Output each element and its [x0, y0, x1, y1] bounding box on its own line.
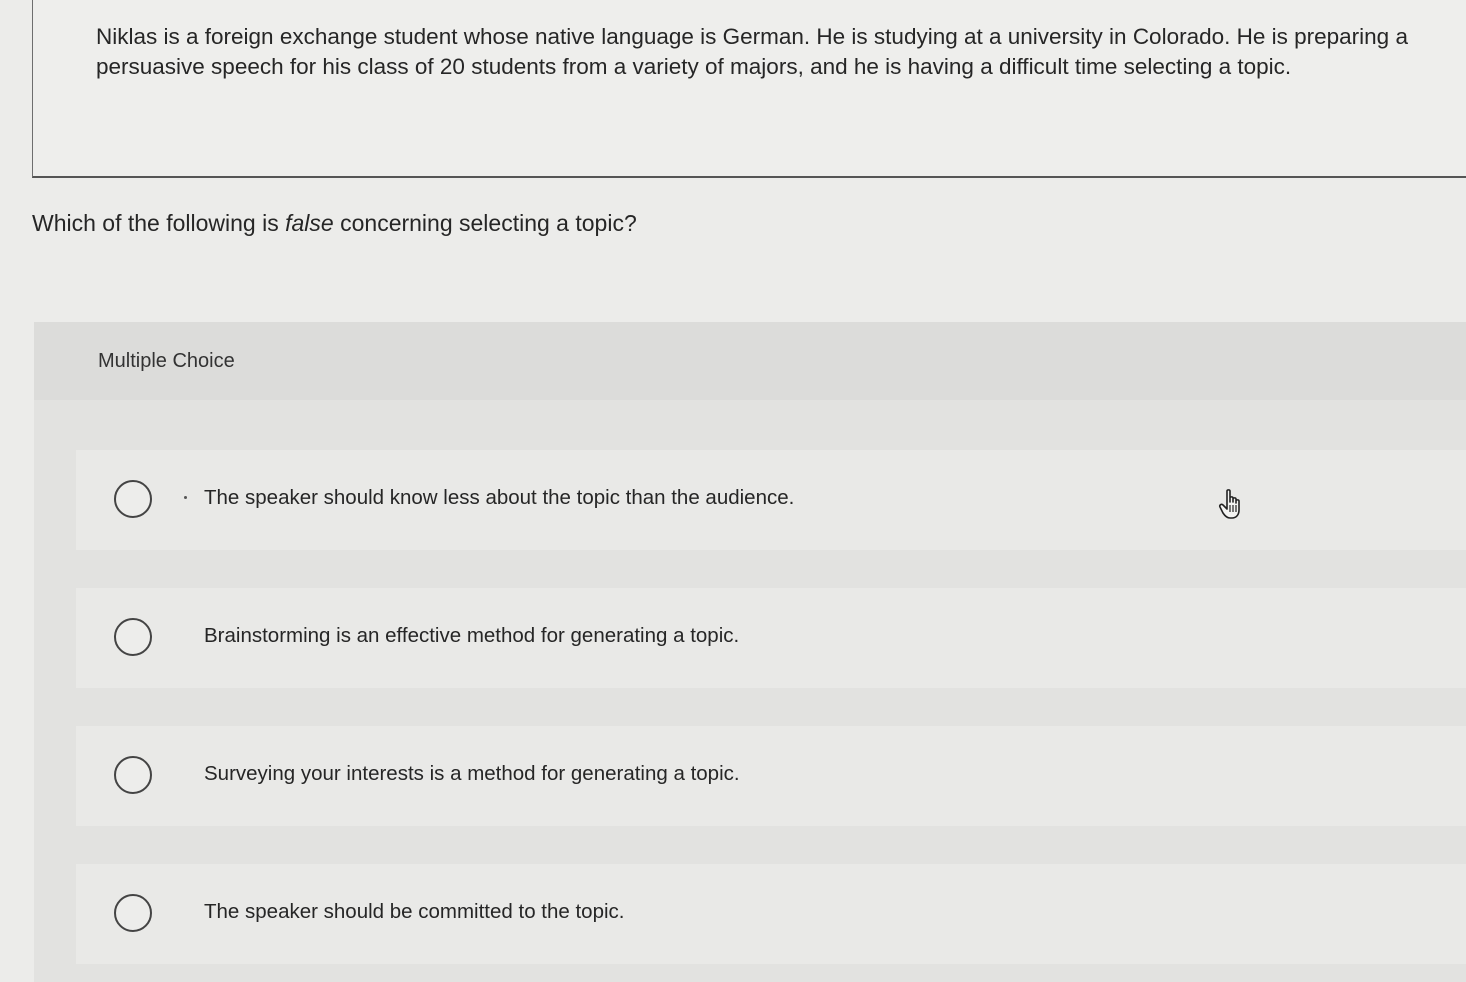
multiple-choice-header: Multiple Choice [34, 322, 1466, 400]
answer-option-label: Brainstorming is an effective method for… [204, 624, 740, 647]
radio-button[interactable] [114, 480, 152, 518]
radio-button[interactable] [114, 756, 152, 794]
multiple-choice-label: Multiple Choice [98, 350, 235, 372]
question-text: Which of the following is false concerni… [32, 210, 637, 237]
answer-option-label: The speaker should know less about the t… [204, 486, 795, 509]
answer-option-3[interactable]: Surveying your interests is a method for… [76, 726, 1466, 826]
answer-option-label: The speaker should be committed to the t… [204, 900, 625, 923]
answer-option-4[interactable]: The speaker should be committed to the t… [76, 864, 1466, 964]
answer-option-2[interactable]: Brainstorming is an effective method for… [76, 588, 1466, 688]
scenario-text: Niklas is a foreign exchange student who… [96, 24, 1408, 79]
radio-button[interactable] [114, 618, 152, 656]
question-suffix: concerning selecting a topic? [333, 210, 637, 236]
question-prefix: Which of the following is [32, 210, 286, 236]
answer-option-label: Surveying your interests is a method for… [204, 762, 740, 785]
multiple-choice-panel: Multiple Choice The speaker should know … [34, 322, 1466, 982]
bullet-dot [184, 496, 187, 499]
radio-button[interactable] [114, 894, 152, 932]
answer-option-1[interactable]: The speaker should know less about the t… [76, 450, 1466, 550]
hand-pointer-icon [1218, 489, 1240, 519]
question-emphasis: false [285, 210, 334, 236]
